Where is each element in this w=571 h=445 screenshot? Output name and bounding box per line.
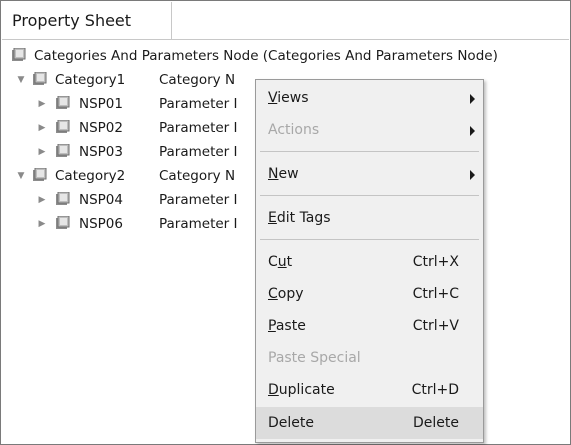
menu-item-edit-tags[interactable]: Edit Tags bbox=[256, 202, 483, 234]
label-pre: C bbox=[268, 254, 278, 270]
collapse-arrow-icon[interactable]: ▶ bbox=[37, 92, 47, 116]
node-icon bbox=[56, 96, 70, 109]
context-menu: Views Actions New Edit Tags Cut Ctrl+X C… bbox=[255, 79, 484, 443]
collapse-arrow-icon[interactable]: ▶ bbox=[37, 212, 47, 236]
node-icon bbox=[12, 48, 26, 61]
expand-arrow-icon[interactable]: ▼ bbox=[16, 164, 26, 188]
node-type: Parameter I bbox=[159, 96, 238, 112]
node-icon bbox=[56, 216, 70, 229]
label-rest: ew bbox=[278, 166, 299, 182]
submenu-arrow-icon bbox=[470, 94, 475, 104]
node-name: Category2 bbox=[55, 168, 126, 184]
tree-row-root[interactable]: Categories And Parameters Node (Categori… bbox=[1, 44, 570, 68]
node-icon bbox=[33, 168, 47, 181]
menu-item-new[interactable]: New bbox=[256, 158, 483, 190]
menu-item-duplicate[interactable]: Duplicate Ctrl+D bbox=[256, 374, 483, 406]
node-name: NSP02 bbox=[79, 120, 123, 136]
collapse-arrow-icon[interactable]: ▶ bbox=[37, 116, 47, 140]
node-icon bbox=[33, 72, 47, 85]
mnemonic: N bbox=[268, 166, 279, 182]
menu-separator bbox=[260, 239, 479, 240]
label-rest: iews bbox=[277, 90, 309, 106]
node-icon bbox=[56, 144, 70, 157]
menu-item-label: Copy bbox=[268, 278, 304, 310]
submenu-arrow-icon bbox=[470, 170, 475, 180]
collapse-arrow-icon[interactable]: ▶ bbox=[37, 188, 47, 212]
node-name: Category1 bbox=[55, 72, 126, 88]
menu-item-label: Cut bbox=[268, 246, 292, 278]
shortcut-label: Ctrl+V bbox=[412, 318, 459, 334]
menu-item-label: Duplicate bbox=[268, 374, 335, 406]
label-rest: opy bbox=[277, 286, 304, 302]
node-type: Category N bbox=[159, 168, 236, 184]
menu-item-label: Delete bbox=[268, 415, 314, 431]
menu-item-copy[interactable]: Copy Ctrl+C bbox=[256, 278, 483, 310]
menu-item-label: Edit Tags bbox=[268, 202, 331, 234]
menu-item-label: New bbox=[268, 158, 299, 190]
submenu-arrow-icon bbox=[470, 126, 475, 136]
mnemonic: P bbox=[268, 318, 276, 334]
label-rest: uplicate bbox=[278, 382, 335, 398]
label-rest: dit Tags bbox=[276, 210, 331, 226]
node-type: Parameter I bbox=[159, 120, 238, 136]
root-node-label: Categories And Parameters Node (Categori… bbox=[34, 48, 498, 64]
shortcut-label: Delete bbox=[413, 415, 459, 431]
node-name: NSP03 bbox=[79, 144, 123, 160]
shortcut-label: Ctrl+C bbox=[412, 286, 459, 302]
tab-bar: Property Sheet bbox=[2, 2, 569, 40]
collapse-arrow-icon[interactable]: ▶ bbox=[37, 140, 47, 164]
menu-item-label: Views bbox=[268, 82, 309, 114]
node-type: Parameter I bbox=[159, 144, 238, 160]
menu-item-label: Paste Special bbox=[268, 350, 361, 366]
mnemonic: D bbox=[268, 382, 279, 398]
menu-item-paste-special[interactable]: Paste Special bbox=[256, 342, 483, 374]
label-rest: aste bbox=[275, 318, 306, 334]
mnemonic: u bbox=[277, 254, 287, 270]
node-icon bbox=[56, 192, 70, 205]
menu-item-views[interactable]: Views bbox=[256, 82, 483, 114]
mnemonic: E bbox=[268, 210, 277, 226]
node-name: NSP06 bbox=[79, 216, 123, 232]
label-rest: t bbox=[286, 254, 293, 270]
menu-item-actions[interactable]: Actions bbox=[256, 114, 483, 146]
expand-arrow-icon[interactable]: ▼ bbox=[16, 68, 26, 92]
menu-item-delete[interactable]: Delete Delete bbox=[256, 407, 483, 439]
menu-separator bbox=[260, 151, 479, 152]
shortcut-label: Ctrl+D bbox=[411, 382, 459, 398]
tab-property-sheet[interactable]: Property Sheet bbox=[2, 2, 172, 39]
node-icon bbox=[56, 120, 70, 133]
node-name: NSP01 bbox=[79, 96, 123, 112]
mnemonic: C bbox=[268, 286, 278, 302]
shortcut-label: Ctrl+X bbox=[412, 254, 459, 270]
node-type: Category N bbox=[159, 72, 236, 88]
menu-item-label: Paste bbox=[268, 310, 306, 342]
node-name: NSP04 bbox=[79, 192, 123, 208]
menu-separator bbox=[260, 195, 479, 196]
menu-item-label: Actions bbox=[268, 122, 320, 138]
mnemonic: V bbox=[268, 90, 278, 106]
menu-item-paste[interactable]: Paste Ctrl+V bbox=[256, 310, 483, 342]
menu-item-cut[interactable]: Cut Ctrl+X bbox=[256, 246, 483, 278]
node-type: Parameter I bbox=[159, 216, 238, 232]
node-type: Parameter I bbox=[159, 192, 238, 208]
